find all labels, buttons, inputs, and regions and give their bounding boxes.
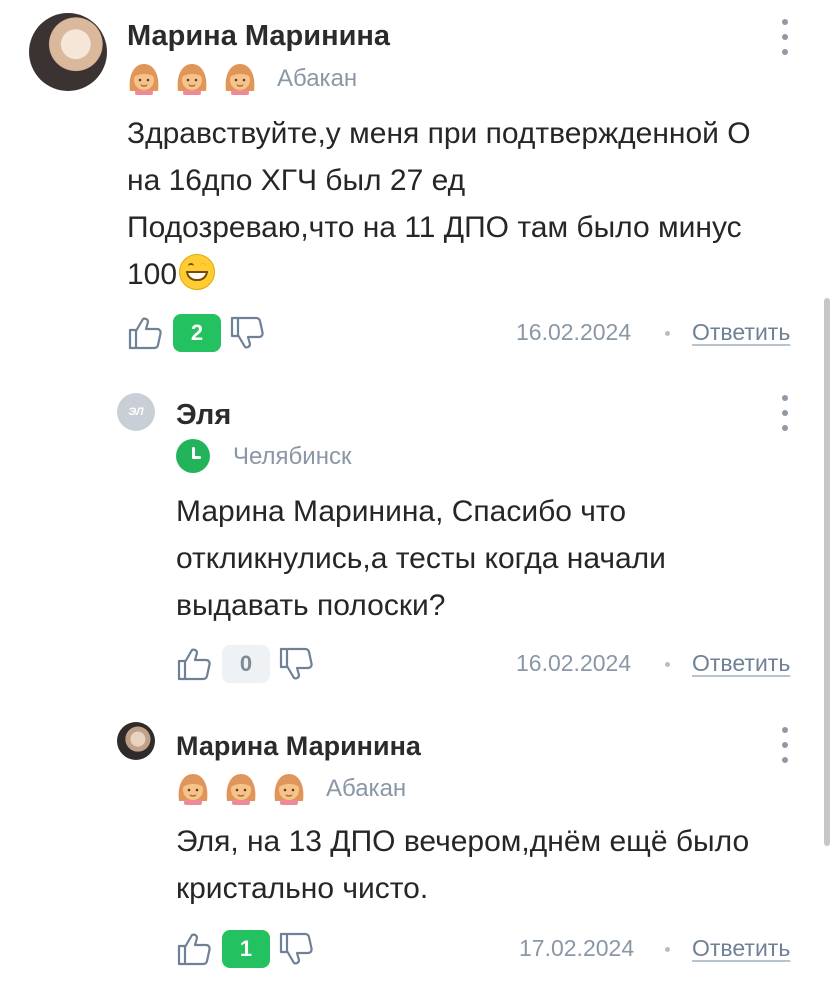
text-line: откликнулись,а тесты когда начали <box>176 542 666 575</box>
text-line: на 16дпо ХГЧ был 27 ед <box>127 164 466 197</box>
thumbs-down-icon[interactable] <box>278 646 314 682</box>
girl-face-icon <box>222 771 260 805</box>
girl-face-icon <box>173 61 211 95</box>
vote-controls: 2 <box>127 314 265 352</box>
separator-dot <box>665 662 670 667</box>
author-city: Челябинск <box>233 443 352 470</box>
avatar[interactable] <box>117 722 155 760</box>
thumbs-down-icon[interactable] <box>229 315 265 351</box>
thumbs-up-icon[interactable] <box>127 315 163 351</box>
avatar[interactable] <box>29 13 107 91</box>
girl-face-icon <box>174 771 212 805</box>
comment-date: 16.02.2024 <box>516 650 632 676</box>
text-line-with-emoji: 100 <box>127 251 751 298</box>
text-line: Здравствуйте,у меня при подтвержденной О <box>127 117 751 150</box>
more-options-button[interactable] <box>780 395 790 431</box>
reply-link[interactable]: Ответить <box>692 935 790 962</box>
badge-row <box>125 61 259 95</box>
comment-date: 16.02.2024 <box>516 319 632 345</box>
like-count: 1 <box>222 930 270 968</box>
thumbs-up-icon[interactable] <box>176 646 212 682</box>
thumbs-down-icon[interactable] <box>278 931 314 967</box>
grinning-face-icon <box>179 254 216 290</box>
vote-controls: 1 <box>176 930 314 968</box>
vote-controls: 0 <box>176 645 314 683</box>
text-line: Марина Маринина, Спасибо что <box>176 495 627 528</box>
more-options-button[interactable] <box>780 727 790 763</box>
reply-link[interactable]: Ответить <box>692 650 790 677</box>
like-count: 2 <box>173 314 221 352</box>
more-options-button[interactable] <box>780 19 790 55</box>
separator-dot <box>665 331 670 336</box>
author-city: Абакан <box>277 65 358 92</box>
thumbs-up-icon[interactable] <box>176 931 212 967</box>
text-line: выдавать полоски? <box>176 589 446 622</box>
text-line: Эля, на 13 ДПО вечером,днём ещё было <box>176 825 750 858</box>
comment-text: Марина Маринина, Спасибо что откликнулис… <box>176 488 666 629</box>
girl-face-icon <box>125 61 163 95</box>
text-line: кристально чисто. <box>176 872 429 905</box>
reply-link[interactable]: Ответить <box>692 319 790 346</box>
avatar[interactable]: ЭЛ <box>117 393 155 431</box>
like-count: 0 <box>222 645 270 683</box>
author-city: Абакан <box>326 775 407 802</box>
comment-text: Здравствуйте,у меня при подтвержденной О… <box>127 110 751 298</box>
author-name[interactable]: Марина Маринина <box>127 20 390 53</box>
clock-icon <box>176 439 210 473</box>
separator-dot <box>665 947 670 952</box>
girl-face-icon <box>270 771 308 805</box>
author-name[interactable]: Эля <box>176 399 231 432</box>
girl-face-icon <box>221 61 259 95</box>
comment-text: Эля, на 13 ДПО вечером,днём ещё было кри… <box>176 818 749 912</box>
badge-row <box>174 771 308 805</box>
author-name[interactable]: Марина Маринина <box>176 731 421 762</box>
text-line: Подозреваю,что на 11 ДПО там было минус <box>127 211 742 244</box>
text-line: 100 <box>127 258 178 291</box>
scrollbar[interactable] <box>824 298 830 846</box>
comment-date: 17.02.2024 <box>519 935 635 961</box>
